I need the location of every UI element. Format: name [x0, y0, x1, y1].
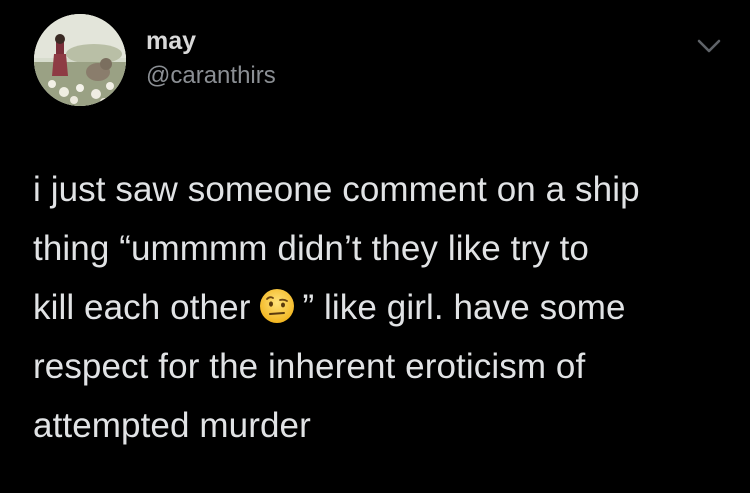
author-name[interactable]: may — [146, 26, 196, 56]
tweet-line: i just saw someone comment on a ship — [33, 170, 640, 209]
chevron-down-icon[interactable] — [694, 34, 724, 58]
tweet-line: kill each other ” like girl. have some — [33, 278, 733, 337]
tweet-line: attempted murder — [33, 406, 311, 445]
tweet-card: may @caranthirs i just saw someone comme… — [0, 0, 750, 493]
avatar-image — [34, 14, 126, 106]
tweet-line: respect for the inherent eroticism of — [33, 347, 586, 386]
tweet-line: thing “ummmm didn’t they like try to — [33, 229, 589, 268]
avatar[interactable] — [34, 14, 126, 106]
face-with-raised-eyebrow-emoji-icon — [258, 284, 296, 323]
tweet-fragment: ” like girl. have some — [302, 288, 626, 327]
tweet-fragment: kill each other — [33, 288, 251, 327]
tweet-text: i just saw someone comment on a ship thi… — [33, 160, 733, 455]
author-handle[interactable]: @caranthirs — [146, 62, 276, 90]
